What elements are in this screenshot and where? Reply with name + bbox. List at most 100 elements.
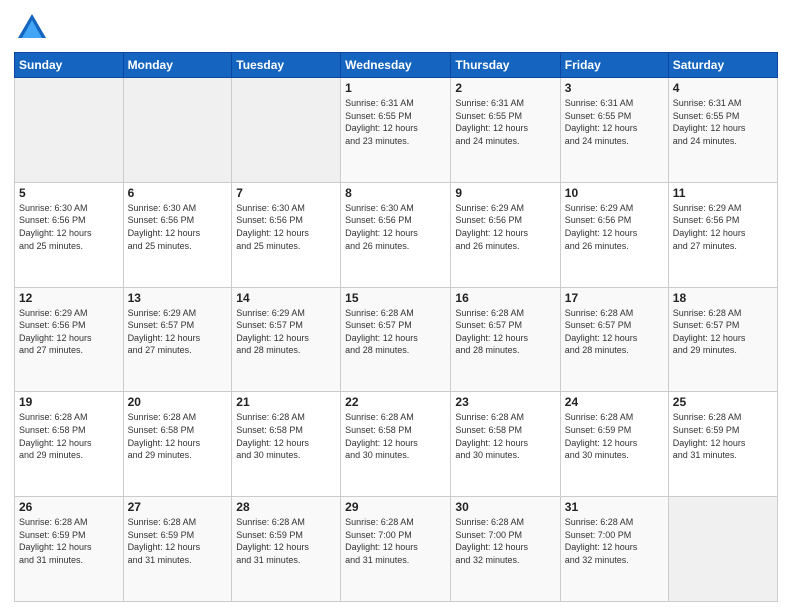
- day-number: 29: [345, 500, 446, 514]
- day-info: Sunrise: 6:28 AM Sunset: 7:00 PM Dayligh…: [345, 516, 446, 566]
- day-info: Sunrise: 6:28 AM Sunset: 6:57 PM Dayligh…: [455, 307, 555, 357]
- calendar-day: 5Sunrise: 6:30 AM Sunset: 6:56 PM Daylig…: [15, 182, 124, 287]
- calendar: SundayMondayTuesdayWednesdayThursdayFrid…: [14, 52, 778, 602]
- calendar-day: 20 Sunrise: 6:28 AM Sunset: 6:58 PM Dayli…: [123, 392, 232, 497]
- day-number: 20: [128, 395, 228, 409]
- day-info: Sunrise: 6:29 AM Sunset: 6:57 PM Dayligh…: [128, 307, 228, 357]
- logo: [14, 10, 54, 46]
- calendar-day: 7Sunrise: 6:30 AM Sunset: 6:56 PM Daylig…: [232, 182, 341, 287]
- calendar-day: 16 Sunrise: 6:28 AM Sunset: 6:57 PM Dayli…: [451, 287, 560, 392]
- day-info: Sunrise: 6:28 AM Sunset: 6:59 PM Dayligh…: [236, 516, 336, 566]
- calendar-day: [123, 78, 232, 183]
- calendar-day: 12 Sunrise: 6:29 AM Sunset: 6:56 PM Dayli…: [15, 287, 124, 392]
- day-number: 19: [19, 395, 119, 409]
- calendar-body: 1 Sunrise: 6:31 AM Sunset: 6:55 PM Daylig…: [15, 78, 778, 602]
- calendar-day: 3 Sunrise: 6:31 AM Sunset: 6:55 PM Daylig…: [560, 78, 668, 183]
- calendar-day: 18 Sunrise: 6:28 AM Sunset: 6:57 PM Dayli…: [668, 287, 777, 392]
- day-number: 15: [345, 291, 446, 305]
- calendar-day: 27Sunrise: 6:28 AM Sunset: 6:59 PM Dayli…: [123, 497, 232, 602]
- calendar-day: 6Sunrise: 6:30 AM Sunset: 6:56 PM Daylig…: [123, 182, 232, 287]
- calendar-day: 31 Sunrise: 6:28 AM Sunset: 7:00 PM Dayli…: [560, 497, 668, 602]
- calendar-day: 30 Sunrise: 6:28 AM Sunset: 7:00 PM Dayli…: [451, 497, 560, 602]
- day-number: 14: [236, 291, 336, 305]
- day-number: 11: [673, 186, 773, 200]
- day-number: 8: [345, 186, 446, 200]
- day-info: Sunrise: 6:28 AM Sunset: 6:58 PM Dayligh…: [236, 411, 336, 461]
- day-info: Sunrise: 6:31 AM Sunset: 6:55 PM Dayligh…: [345, 97, 446, 147]
- day-info: Sunrise: 6:28 AM Sunset: 6:59 PM Dayligh…: [673, 411, 773, 461]
- day-number: 28: [236, 500, 336, 514]
- weekday-header: Thursday: [451, 53, 560, 78]
- weekday-header: Tuesday: [232, 53, 341, 78]
- day-number: 12: [19, 291, 119, 305]
- calendar-day: 9 Sunrise: 6:29 AM Sunset: 6:56 PM Daylig…: [451, 182, 560, 287]
- calendar-week: 26 Sunrise: 6:28 AM Sunset: 6:59 PM Dayli…: [15, 497, 778, 602]
- day-number: 6: [128, 186, 228, 200]
- day-info: Sunrise: 6:28 AM Sunset: 7:00 PM Dayligh…: [455, 516, 555, 566]
- day-info: Sunrise: 6:29 AM Sunset: 6:56 PM Dayligh…: [19, 307, 119, 357]
- logo-icon: [14, 10, 50, 46]
- day-number: 25: [673, 395, 773, 409]
- day-number: 3: [565, 81, 664, 95]
- day-number: 22: [345, 395, 446, 409]
- day-number: 9: [455, 186, 555, 200]
- calendar-day: 26Sunrise: 6:28 AM Sunset: 6:59 PM Dayli…: [15, 497, 124, 602]
- day-info: Sunrise: 6:31 AM Sunset: 6:55 PM Dayligh…: [455, 97, 555, 147]
- weekday-header: Saturday: [668, 53, 777, 78]
- calendar-day: 13 Sunrise: 6:29 AM Sunset: 6:57 PM Dayli…: [123, 287, 232, 392]
- calendar-week: 1 Sunrise: 6:31 AM Sunset: 6:55 PM Daylig…: [15, 78, 778, 183]
- calendar-day: 8Sunrise: 6:30 AM Sunset: 6:56 PM Daylig…: [341, 182, 451, 287]
- calendar-day: 4 Sunrise: 6:31 AM Sunset: 6:55 PM Daylig…: [668, 78, 777, 183]
- day-number: 24: [565, 395, 664, 409]
- day-info: Sunrise: 6:28 AM Sunset: 6:57 PM Dayligh…: [565, 307, 664, 357]
- day-info: Sunrise: 6:28 AM Sunset: 6:57 PM Dayligh…: [673, 307, 773, 357]
- day-info: Sunrise: 6:29 AM Sunset: 6:56 PM Dayligh…: [673, 202, 773, 252]
- day-info: Sunrise: 6:28 AM Sunset: 6:57 PM Dayligh…: [345, 307, 446, 357]
- calendar-day: 22 Sunrise: 6:28 AM Sunset: 6:58 PM Dayli…: [341, 392, 451, 497]
- page: SundayMondayTuesdayWednesdayThursdayFrid…: [0, 0, 792, 612]
- day-info: Sunrise: 6:28 AM Sunset: 6:58 PM Dayligh…: [345, 411, 446, 461]
- day-number: 30: [455, 500, 555, 514]
- weekday-header: Wednesday: [341, 53, 451, 78]
- calendar-day: 2 Sunrise: 6:31 AM Sunset: 6:55 PM Daylig…: [451, 78, 560, 183]
- weekday-header: Monday: [123, 53, 232, 78]
- day-info: Sunrise: 6:31 AM Sunset: 6:55 PM Dayligh…: [565, 97, 664, 147]
- day-number: 31: [565, 500, 664, 514]
- day-info: Sunrise: 6:29 AM Sunset: 6:56 PM Dayligh…: [455, 202, 555, 252]
- calendar-header: SundayMondayTuesdayWednesdayThursdayFrid…: [15, 53, 778, 78]
- day-info: Sunrise: 6:31 AM Sunset: 6:55 PM Dayligh…: [673, 97, 773, 147]
- calendar-day: 23Sunrise: 6:28 AM Sunset: 6:58 PM Dayli…: [451, 392, 560, 497]
- day-number: 2: [455, 81, 555, 95]
- calendar-week: 5Sunrise: 6:30 AM Sunset: 6:56 PM Daylig…: [15, 182, 778, 287]
- calendar-day: 28 Sunrise: 6:28 AM Sunset: 6:59 PM Dayli…: [232, 497, 341, 602]
- calendar-day: 25 Sunrise: 6:28 AM Sunset: 6:59 PM Dayli…: [668, 392, 777, 497]
- day-number: 18: [673, 291, 773, 305]
- day-number: 21: [236, 395, 336, 409]
- day-number: 1: [345, 81, 446, 95]
- day-number: 27: [128, 500, 228, 514]
- day-info: Sunrise: 6:28 AM Sunset: 6:59 PM Dayligh…: [565, 411, 664, 461]
- calendar-day: 21 Sunrise: 6:28 AM Sunset: 6:58 PM Dayli…: [232, 392, 341, 497]
- day-number: 13: [128, 291, 228, 305]
- day-number: 16: [455, 291, 555, 305]
- calendar-day: 19 Sunrise: 6:28 AM Sunset: 6:58 PM Dayli…: [15, 392, 124, 497]
- calendar-day: 1 Sunrise: 6:31 AM Sunset: 6:55 PM Daylig…: [341, 78, 451, 183]
- calendar-day: [232, 78, 341, 183]
- day-info: Sunrise: 6:28 AM Sunset: 6:58 PM Dayligh…: [128, 411, 228, 461]
- day-info: Sunrise: 6:29 AM Sunset: 6:56 PM Dayligh…: [565, 202, 664, 252]
- calendar-week: 19 Sunrise: 6:28 AM Sunset: 6:58 PM Dayli…: [15, 392, 778, 497]
- calendar-table: SundayMondayTuesdayWednesdayThursdayFrid…: [14, 52, 778, 602]
- calendar-week: 12 Sunrise: 6:29 AM Sunset: 6:56 PM Dayli…: [15, 287, 778, 392]
- calendar-day: [668, 497, 777, 602]
- calendar-day: 14 Sunrise: 6:29 AM Sunset: 6:57 PM Dayli…: [232, 287, 341, 392]
- day-info: Sunrise: 6:30 AM Sunset: 6:56 PM Dayligh…: [19, 202, 119, 252]
- calendar-day: 24 Sunrise: 6:28 AM Sunset: 6:59 PM Dayli…: [560, 392, 668, 497]
- calendar-day: 15 Sunrise: 6:28 AM Sunset: 6:57 PM Dayli…: [341, 287, 451, 392]
- day-info: Sunrise: 6:28 AM Sunset: 6:58 PM Dayligh…: [455, 411, 555, 461]
- day-info: Sunrise: 6:28 AM Sunset: 7:00 PM Dayligh…: [565, 516, 664, 566]
- header: [14, 10, 778, 46]
- day-number: 4: [673, 81, 773, 95]
- day-info: Sunrise: 6:29 AM Sunset: 6:57 PM Dayligh…: [236, 307, 336, 357]
- day-number: 26: [19, 500, 119, 514]
- day-info: Sunrise: 6:28 AM Sunset: 6:58 PM Dayligh…: [19, 411, 119, 461]
